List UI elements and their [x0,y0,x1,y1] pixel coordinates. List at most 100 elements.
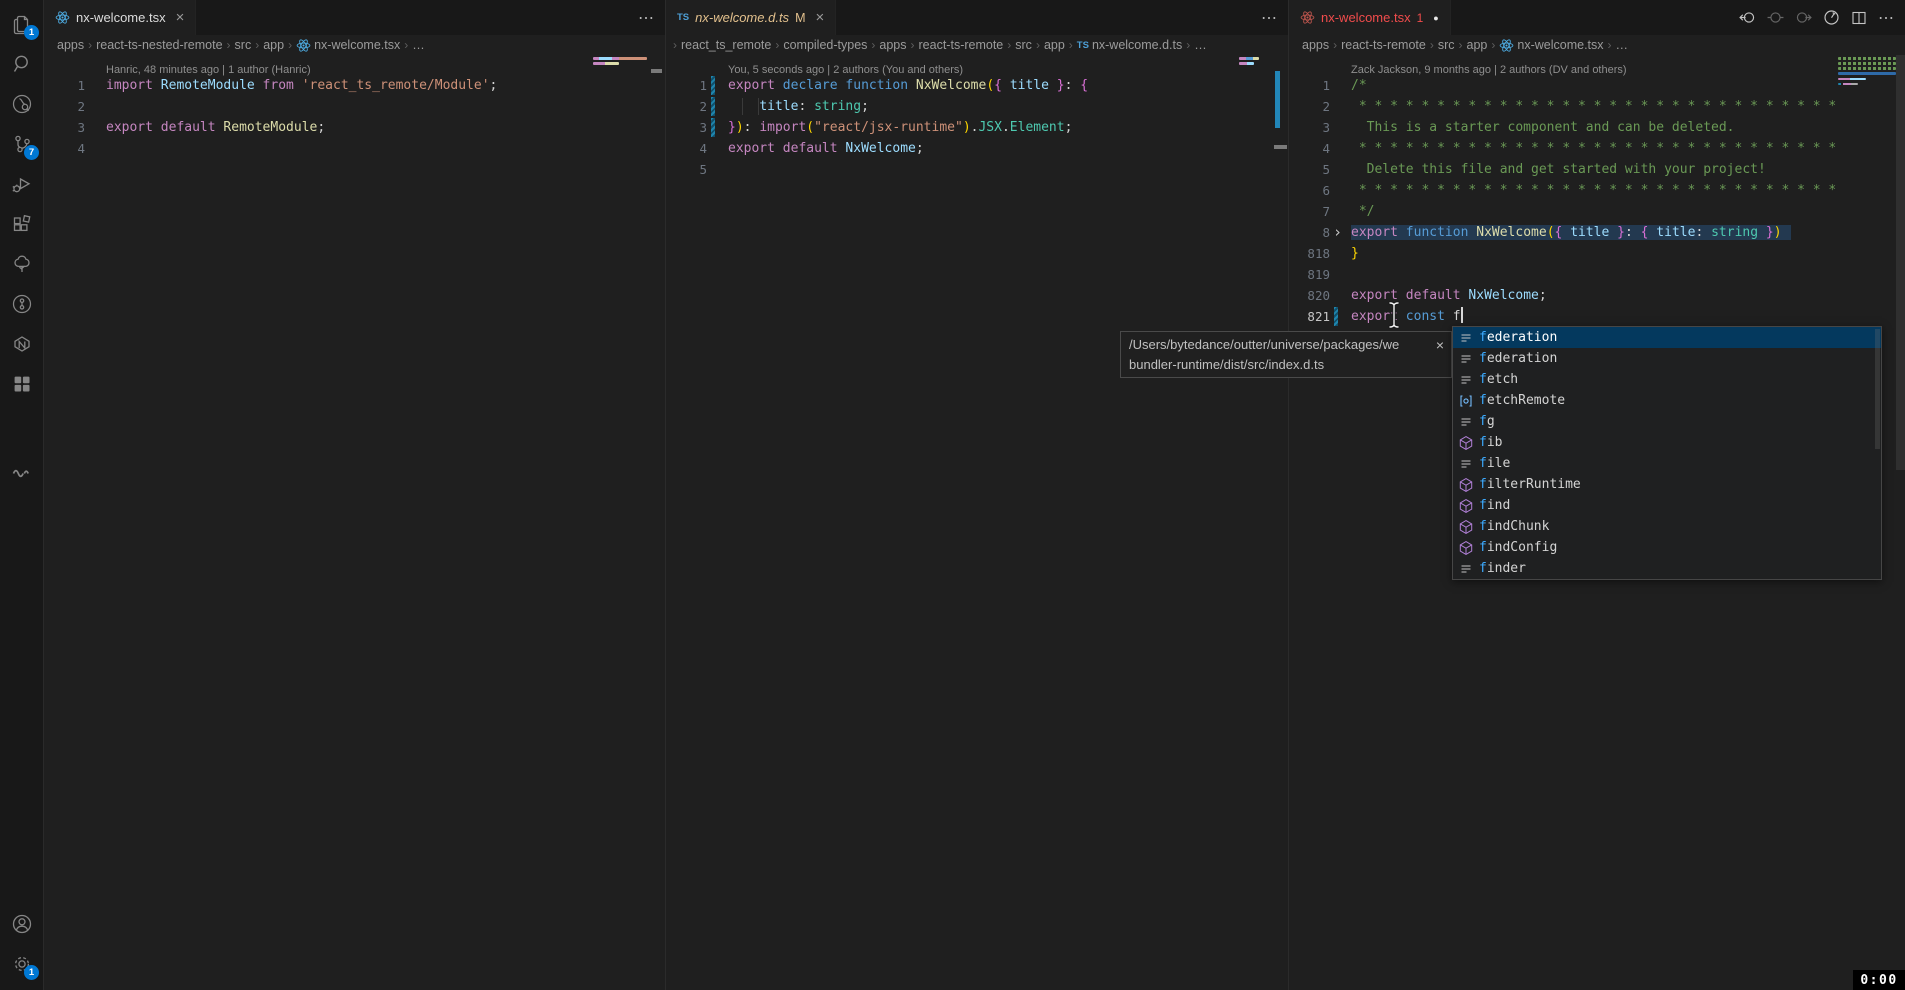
more-actions-icon[interactable]: ⋯ [1261,8,1278,28]
suggestion-item-filterRuntime[interactable]: filterRuntime [1453,474,1881,495]
breadcrumb-item[interactable]: … [412,38,425,52]
badge-manage: 1 [24,965,39,980]
codelens-3[interactable]: Zack Jackson, 9 months ago | 2 authors (… [1289,55,1905,75]
breadcrumb-item[interactable]: … [1194,38,1207,52]
line-number: 2 [44,96,85,117]
activity-item-manage[interactable]: 1 [0,944,43,984]
suggestion-item-find[interactable]: find [1453,495,1881,516]
line-number: 6 [1289,180,1330,201]
activity-item-accounts[interactable] [0,904,43,944]
breadcrumb-item[interactable]: react-ts-remote [1341,38,1426,52]
editor-group-1: nx-welcome.tsx× ⋯ apps›react-ts-nested-r… [44,0,666,990]
breadcrumb-item[interactable]: app [263,38,284,52]
breadcrumb-item[interactable]: react_ts_remote [681,38,771,52]
breadcrumb-item[interactable]: … [1616,38,1629,52]
code-line-8: 8›export function NxWelcome({ title }: {… [1289,222,1905,243]
symbol-method-icon [1458,498,1474,514]
activity-item-source-control[interactable]: 7 [0,124,43,164]
suggestion-item-findChunk[interactable]: findChunk [1453,516,1881,537]
activity-item-run-and-debug[interactable] [0,164,43,204]
dirty-indicator[interactable]: ● [1433,13,1438,23]
vscode-window: 17 1 nx-welcome.tsx× ⋯ apps›react-ts-nes… [0,0,1905,990]
activity-item-git-history[interactable] [0,84,43,124]
breadcrumb-item[interactable]: app [1467,38,1488,52]
close-icon[interactable]: × [1436,335,1444,355]
codelens-2[interactable]: You, 5 seconds ago | 2 authors (You and … [666,55,1288,75]
suggestion-item-federation[interactable]: federation [1453,327,1881,348]
suggestion-item-file[interactable]: file [1453,453,1881,474]
activity-item-explorer[interactable]: 1 [0,4,43,44]
breadcrumb-item[interactable]: react-ts-nested-remote [96,38,222,52]
close-tab-icon[interactable]: × [815,9,824,26]
scrollbar-3[interactable] [1896,55,1905,470]
suggestion-label: federation [1479,351,1557,366]
suggestion-item-finder[interactable]: finder [1453,558,1881,579]
suggestion-item-fetchRemote[interactable]: fetchRemote [1453,390,1881,411]
suggestion-item-fg[interactable]: fg [1453,411,1881,432]
breadcrumb-item[interactable]: app [1044,38,1065,52]
activity-item-wavy-lines[interactable] [0,452,43,492]
activity-item-commit-graph[interactable] [0,284,43,324]
tab-nx-welcome-dts[interactable]: TSnx-welcome.d.tsM× [666,0,836,35]
chevron-right-icon: › [1459,38,1463,52]
editor-2[interactable]: You, 5 seconds ago | 2 authors (You and … [666,55,1288,990]
code-text: export function NxWelcome({ title }: { t… [1351,222,1905,243]
chevron-right-icon: › [1333,38,1337,52]
line-number: 1 [1289,75,1330,96]
fold-chevron-icon[interactable]: › [1333,222,1342,242]
breadcrumb-item[interactable]: apps [57,38,84,52]
breadcrumb-item[interactable]: src [235,38,252,52]
activity-item-grid-view[interactable] [0,364,43,404]
suggestion-item-findConfig[interactable]: findConfig [1453,537,1881,558]
code-text: * * * * * * * * * * * * * * * * * * * * … [1351,138,1905,159]
activity-item-tree-view[interactable] [0,244,43,284]
breadcrumb-item[interactable]: react-ts-remote [919,38,1004,52]
symbol-text-icon [1458,330,1474,346]
line-number: 821 [1289,306,1330,327]
nav-forward-icon[interactable] [1795,9,1812,26]
activity-item-search[interactable] [0,44,43,84]
suggest-details-popup: × /Users/bytedance/outter/universe/packa… [1120,331,1452,378]
code-line-4: 4 [44,138,665,159]
breadcrumb-item[interactable]: apps [1302,38,1329,52]
nav-dot-icon[interactable] [1767,9,1784,26]
activity-item-nx-console[interactable] [0,324,43,364]
line-number: 4 [1289,138,1330,159]
breadcrumb-item[interactable]: apps [879,38,906,52]
nav-back-icon[interactable] [1739,9,1756,26]
editor-1[interactable]: Hanric, 48 minutes ago | 1 author (Hanri… [44,55,665,990]
tab-nx-welcome-tsx-3[interactable]: nx-welcome.tsx1● [1289,0,1451,35]
tab-bar-1: nx-welcome.tsx× ⋯ [44,0,665,35]
minimap-1[interactable] [593,57,649,67]
line-number: 5 [1289,159,1330,180]
breadcrumb-item[interactable]: TSnx-welcome.d.ts [1077,38,1182,52]
suggestion-item-fetch[interactable]: fetch [1453,369,1881,390]
overview-ruler-modified-2 [1275,71,1280,128]
split-editor-icon[interactable] [1851,10,1867,26]
close-tab-icon[interactable]: × [176,9,185,26]
breadcrumb-item[interactable]: src [1438,38,1455,52]
tab-nx-welcome-tsx-1[interactable]: nx-welcome.tsx× [44,0,196,35]
chevron-right-icon: › [673,38,677,52]
suggestion-item-federation[interactable]: federation [1453,348,1881,369]
gutter-modified-indicator [711,118,715,137]
suggestion-item-fib[interactable]: fib [1453,432,1881,453]
minimap-3[interactable] [1838,57,1896,88]
minimap-2[interactable] [1239,57,1261,67]
tab-label: nx-welcome.tsx [1321,10,1411,25]
breadcrumb-item[interactable]: src [1015,38,1032,52]
chevron-right-icon: › [88,38,92,52]
code-text: } [1351,243,1905,264]
breadcrumbs-1: apps›react-ts-nested-remote›src›app›nx-w… [44,35,665,55]
more-actions-icon[interactable]: ⋯ [1878,8,1895,28]
breadcrumb-item[interactable]: compiled-types [783,38,867,52]
suggest-scrollbar[interactable] [1875,329,1880,449]
activity-item-extensions[interactable] [0,204,43,244]
breadcrumb-item[interactable]: nx-welcome.tsx [296,38,400,53]
more-actions-icon[interactable]: ⋯ [638,8,655,28]
code-line-819: 819 [1289,264,1905,285]
code-lines-1: 1import RemoteModule from 'react_ts_remo… [44,75,665,159]
breadcrumb-item[interactable]: nx-welcome.tsx [1499,38,1603,53]
run-timer-icon[interactable] [1823,9,1840,26]
codelens-1[interactable]: Hanric, 48 minutes ago | 1 author (Hanri… [44,55,665,75]
